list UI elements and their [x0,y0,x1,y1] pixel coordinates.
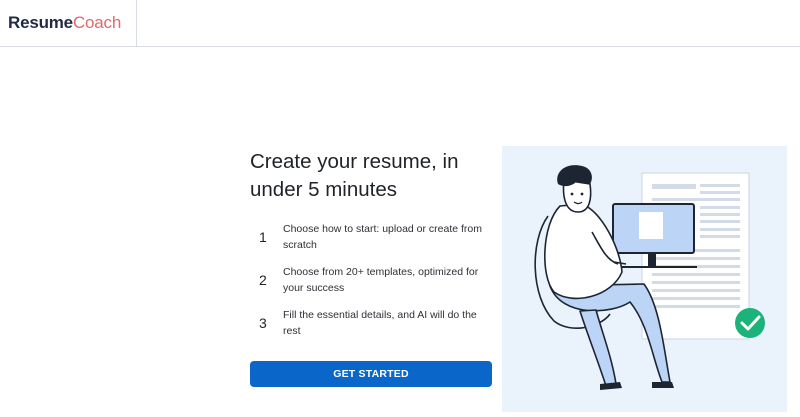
steps-list: 1 Choose how to start: upload or create … [250,220,500,349]
logo-container: ResumeCoach [0,0,137,47]
step-number: 1 [259,229,267,245]
top-bar: ResumeCoach [0,0,800,47]
step-item: 1 Choose how to start: upload or create … [250,220,500,263]
resumecoach-logo[interactable]: ResumeCoach [8,13,121,33]
person-head-graphic [557,165,592,213]
page-title: Create your resume, in under 5 minutes [250,150,459,201]
person-at-computer-illustration [534,165,765,390]
step-text: Choose from 20+ templates, optimized for… [283,266,479,294]
logo-text-coach: Coach [72,13,122,32]
hero-illustration [502,146,787,412]
step-number: 2 [259,272,267,288]
step-number: 3 [259,315,267,331]
get-started-button[interactable]: GET STARTED [250,361,492,387]
step-text: Choose how to start: upload or create fr… [283,223,483,251]
resume-document-graphic [641,172,750,340]
success-check-icon [735,308,765,338]
step-item: 2 Choose from 20+ templates, optimized f… [250,263,500,306]
logo-text-resume: Resume [8,13,73,32]
step-item: 3 Fill the essential details, and AI wil… [250,306,500,349]
step-text: Fill the essential details, and AI will … [283,309,477,337]
